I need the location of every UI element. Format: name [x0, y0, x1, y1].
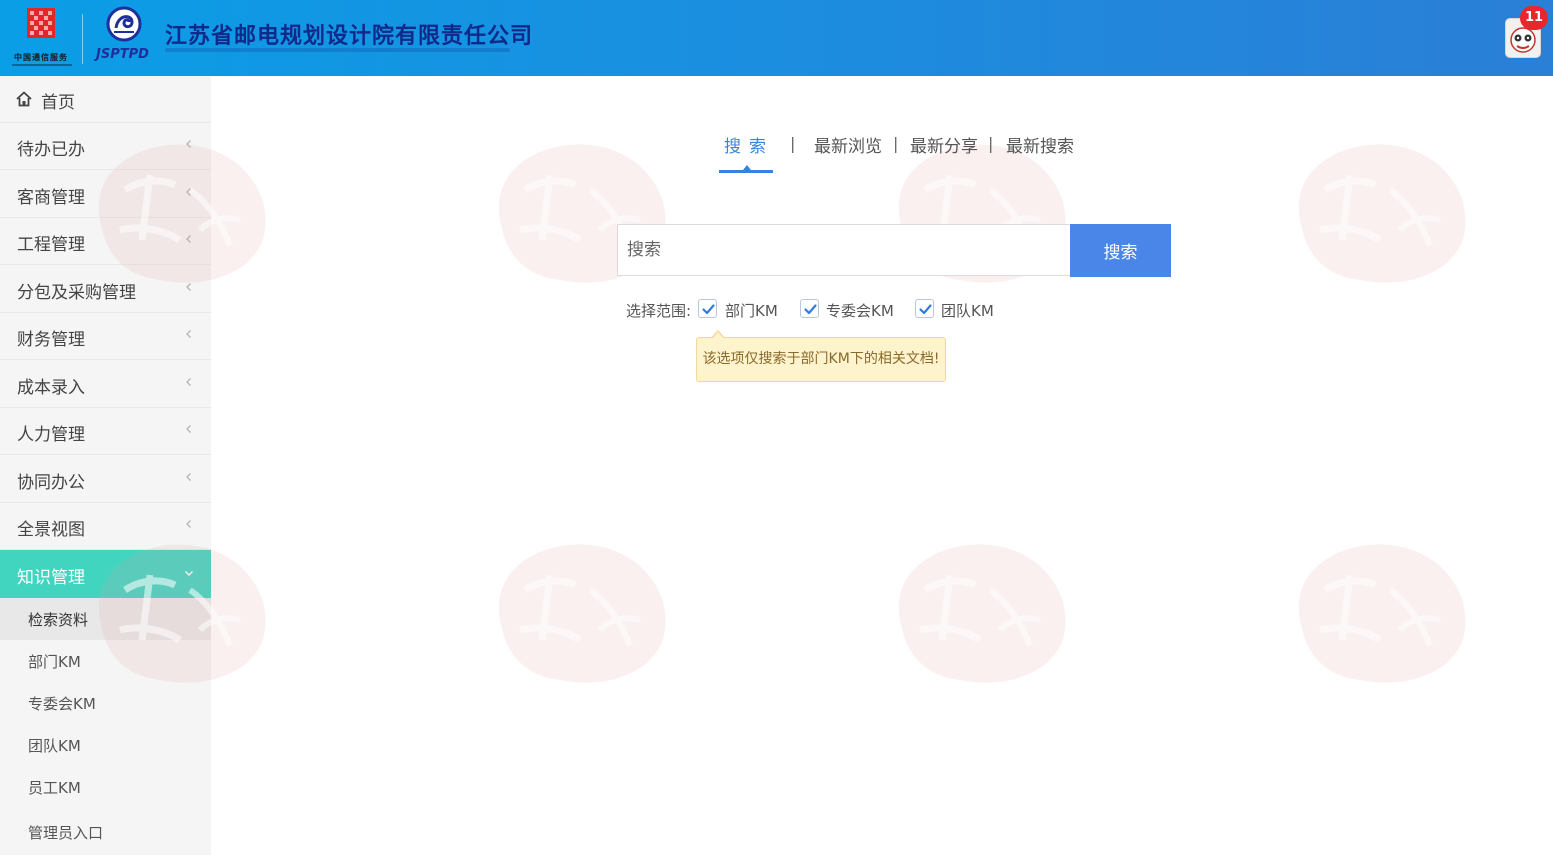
sidebar-item-label: 成本录入: [17, 378, 85, 398]
logo-divider: [82, 14, 83, 64]
sidebar-item-label: 客商管理: [17, 188, 85, 208]
jsptpd-emblem-icon: [106, 6, 142, 42]
tab-separator: |: [893, 134, 899, 153]
chevron-left-icon: [186, 235, 191, 243]
sidebar-subitem-label: 管理员入口: [28, 824, 104, 842]
sidebar-subitem-label: 员工KM: [28, 779, 81, 797]
sidebar-item-panorama[interactable]: 全景视图: [0, 503, 211, 550]
chevron-left-icon: [186, 188, 191, 196]
scope-option-label: 专委会KM: [826, 302, 894, 320]
watermark-logo-icon: [1280, 530, 1480, 690]
sidebar-item-label: 待办已办: [17, 140, 85, 160]
sidebar-subitem-dept-km[interactable]: 部门KM: [0, 640, 211, 682]
sidebar-item-knowledge[interactable]: 知识管理: [0, 550, 211, 598]
tooltip-arrow-fill: [712, 332, 724, 339]
search-scope: 选择范围: 部门KM 专委会KM 团队KM: [626, 299, 1046, 321]
china-comservice-logo: 中国通信服务: [10, 8, 72, 66]
search-tabs: 搜索 | 最新浏览 | 最新分享 | 最新搜索: [710, 128, 1090, 174]
sidebar-item-label: 财务管理: [17, 330, 85, 350]
china-comservice-logo-mark: [27, 8, 55, 38]
chevron-left-icon: [186, 520, 191, 528]
watermark-logo-icon: [480, 530, 680, 690]
watermark-logo-icon: [880, 530, 1080, 690]
company-name: 江苏省邮电规划设计院有限责任公司: [165, 24, 534, 49]
chevron-left-icon: [186, 330, 191, 338]
watermark-logo-icon: [1280, 130, 1480, 290]
china-comservice-logo-text: 中国通信服务: [14, 53, 68, 62]
sidebar-item-cost-entry[interactable]: 成本录入: [0, 361, 211, 408]
logo-subtitle-line: [12, 64, 72, 66]
scope-checkbox-team-km[interactable]: [915, 299, 934, 318]
home-icon: [16, 91, 32, 107]
sidebar-item-todo[interactable]: 待办已办: [0, 123, 211, 170]
sidebar-item-collaboration[interactable]: 协同办公: [0, 456, 211, 503]
jsptpd-logo: JSPTPD: [94, 6, 156, 66]
scope-label: 选择范围:: [626, 302, 692, 320]
search-button[interactable]: 搜索: [1070, 224, 1171, 277]
sidebar-subitem-search-docs[interactable]: 检索资料: [0, 598, 211, 640]
sidebar-item-label: 工程管理: [17, 235, 85, 255]
sidebar-item-customer[interactable]: 客商管理: [0, 171, 211, 218]
sidebar-subitem-label: 专委会KM: [28, 695, 96, 713]
app-header: 中国通信服务 JSPTPD 江苏省邮电规划设计院有限责任公司 11: [0, 0, 1553, 76]
chevron-left-icon: [186, 425, 191, 433]
sidebar-item-home[interactable]: 首页: [0, 76, 211, 123]
search-input[interactable]: [617, 224, 1070, 276]
chevron-down-icon: [185, 571, 193, 576]
tab-recent-search[interactable]: 最新搜索: [1006, 132, 1074, 157]
sidebar: 首页 待办已办 客商管理 工程管理 分包及采购管理 财务管理 成本录入 人力管理…: [0, 76, 211, 855]
sidebar-subitem-label: 团队KM: [28, 737, 81, 755]
chevron-left-icon: [186, 140, 191, 148]
tab-recent-share[interactable]: 最新分享: [910, 132, 978, 157]
sidebar-subitem-employee-km[interactable]: 员工KM: [0, 766, 211, 808]
scope-checkbox-committee-km[interactable]: [800, 299, 819, 318]
sidebar-item-label: 知识管理: [17, 568, 85, 588]
checkmark-icon: [702, 304, 715, 315]
notification-badge[interactable]: 11: [1520, 6, 1548, 30]
chevron-left-icon: [186, 283, 191, 291]
tab-recent-browse[interactable]: 最新浏览: [814, 132, 882, 157]
chevron-left-icon: [186, 378, 191, 386]
scope-tooltip: 该选项仅搜索于部门KM下的相关文档!: [696, 337, 946, 382]
tab-search[interactable]: 搜索: [724, 132, 774, 157]
scope-checkbox-dept-km[interactable]: [698, 299, 717, 318]
sidebar-item-hr[interactable]: 人力管理: [0, 408, 211, 455]
sidebar-subitem-committee-km[interactable]: 专委会KM: [0, 682, 211, 724]
sidebar-item-procurement[interactable]: 分包及采购管理: [0, 266, 211, 313]
sidebar-item-label: 协同办公: [17, 473, 85, 493]
chevron-left-icon: [186, 473, 191, 481]
tab-separator: |: [988, 134, 994, 153]
sidebar-item-project[interactable]: 工程管理: [0, 218, 211, 265]
company-english-subtitle: [165, 48, 510, 52]
tab-active-caret-icon: [743, 165, 751, 170]
sidebar-subitem-label: 部门KM: [28, 653, 81, 671]
scope-option-label: 部门KM: [725, 302, 778, 320]
tab-active-underline: [719, 170, 773, 173]
jsptpd-logo-text: JSPTPD: [96, 47, 149, 62]
tab-separator: |: [790, 134, 796, 153]
sidebar-item-finance[interactable]: 财务管理: [0, 313, 211, 360]
sidebar-subitem-label: 检索资料: [28, 611, 89, 629]
sidebar-subitem-admin-entry[interactable]: 管理员入口: [0, 811, 211, 853]
sidebar-subitem-team-km[interactable]: 团队KM: [0, 724, 211, 766]
sidebar-item-label: 分包及采购管理: [17, 283, 136, 303]
sidebar-item-label: 首页: [41, 93, 75, 113]
scope-option-label: 团队KM: [941, 302, 994, 320]
sidebar-item-label: 全景视图: [17, 520, 85, 540]
checkmark-icon: [919, 304, 932, 315]
checkmark-icon: [804, 304, 817, 315]
sidebar-item-label: 人力管理: [17, 425, 85, 445]
